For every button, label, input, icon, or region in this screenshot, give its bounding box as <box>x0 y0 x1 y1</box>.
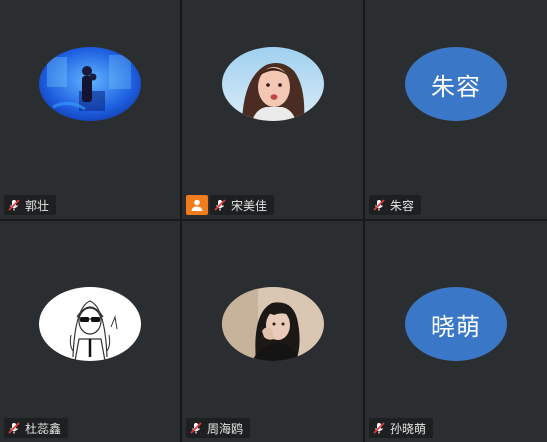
participant-tile[interactable]: 郭壮 <box>0 0 182 221</box>
cartoon-drawing-avatar <box>39 287 141 361</box>
girl-photo-avatar <box>221 47 324 121</box>
participant-name: 周海鸥 <box>207 421 244 436</box>
mic-muted-icon[interactable] <box>213 198 227 212</box>
participant-name-tag: 周海鸥 <box>186 418 251 438</box>
participant-name: 郭壮 <box>25 198 50 213</box>
host-person-icon <box>191 199 203 211</box>
avatar <box>221 47 324 121</box>
participant-tile[interactable]: 朱容 朱容 <box>365 0 547 221</box>
participant-name-tag: 朱容 <box>369 195 422 215</box>
participant-tile[interactable]: 晓萌 孙晓萌 <box>365 221 547 442</box>
avatar <box>39 287 141 361</box>
mic-muted-icon[interactable] <box>189 421 203 435</box>
avatar: 晓萌 <box>405 287 507 361</box>
participant-name-tag: 郭壮 <box>4 195 57 215</box>
mic-muted-icon[interactable] <box>7 421 21 435</box>
avatar-initials: 晓萌 <box>431 312 481 341</box>
participant-tile[interactable]: 杜蕊鑫 <box>0 221 182 442</box>
participant-name-tag: 孙晓萌 <box>369 418 434 438</box>
avatar: 朱容 <box>405 47 507 121</box>
participant-name: 宋美佳 <box>231 198 268 213</box>
video-grid: 郭壮 宋美佳 朱容 朱容 杜蕊鑫 周海鸥 晓萌 孙晓萌 <box>0 0 547 442</box>
participant-tile[interactable]: 周海鸥 <box>182 221 365 442</box>
participant-name: 孙晓萌 <box>390 421 427 436</box>
avatar <box>221 287 324 361</box>
host-badge <box>186 195 208 215</box>
woman-photo-avatar <box>221 287 324 361</box>
mic-muted-icon[interactable] <box>7 198 21 212</box>
aquarium-photo-avatar <box>39 47 141 121</box>
participant-tile[interactable]: 宋美佳 <box>182 0 365 221</box>
participant-name-tag: 宋美佳 <box>210 195 275 215</box>
participant-name: 朱容 <box>390 198 415 213</box>
participant-name-tag: 杜蕊鑫 <box>4 418 69 438</box>
participant-name: 杜蕊鑫 <box>25 421 62 436</box>
mic-muted-icon[interactable] <box>372 421 386 435</box>
mic-muted-icon[interactable] <box>372 198 386 212</box>
avatar-initials: 朱容 <box>431 72 481 101</box>
avatar <box>39 47 141 121</box>
